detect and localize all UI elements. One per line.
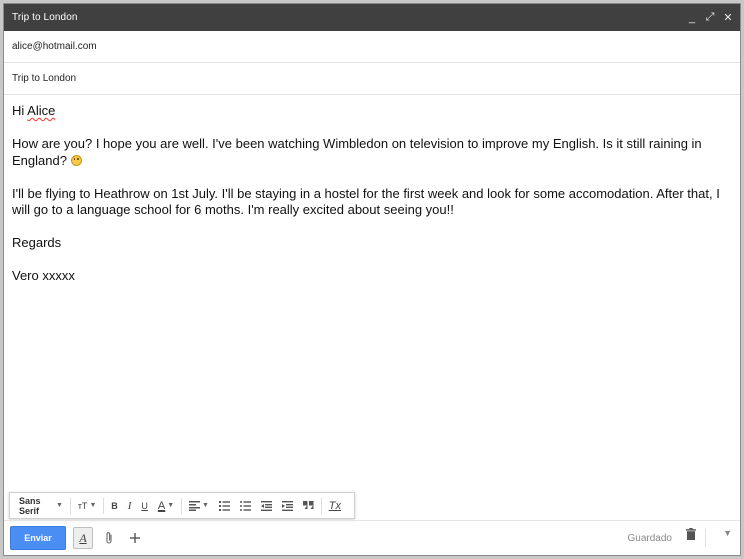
compose-bottom-bar: Enviar A Guardado ▼ — [4, 520, 740, 555]
paperclip-icon — [106, 532, 112, 544]
quote-button[interactable] — [300, 496, 317, 516]
text-color-icon: A — [157, 499, 166, 512]
remove-formatting-button[interactable]: Tx — [326, 496, 344, 516]
toolbar-divider — [69, 497, 71, 514]
bottom-divider — [705, 529, 706, 547]
font-size-button[interactable]: тT ▼ — [75, 496, 100, 516]
toolbar-divider — [103, 497, 105, 514]
text-format-icon: A — [79, 530, 87, 545]
discard-draft-button[interactable] — [686, 528, 696, 543]
formatting-options-button[interactable]: A — [73, 527, 93, 549]
attach-file-button[interactable] — [99, 527, 119, 549]
body-paragraph-3: Regards — [12, 235, 62, 250]
chevron-down-icon: ▼ — [723, 528, 732, 538]
toolbar-divider — [320, 497, 322, 514]
trash-icon — [686, 528, 696, 540]
compose-title: Trip to London — [12, 12, 78, 23]
save-status: Guardado — [627, 532, 672, 544]
numbered-list-button[interactable] — [216, 496, 233, 516]
chevron-down-icon: ▼ — [89, 502, 97, 509]
body-paragraph-2: I'll be flying to Heathrow on 1st July. … — [12, 185, 720, 218]
quote-icon — [302, 501, 314, 509]
numbered-list-icon — [218, 500, 230, 511]
greeting-line: Hi Alice — [12, 103, 732, 120]
indent-more-icon — [281, 500, 293, 511]
chevron-down-icon: ▼ — [167, 502, 175, 509]
more-options-button[interactable]: ▼ — [723, 528, 732, 538]
body-paragraph-4: Vero xxxxx — [12, 268, 75, 283]
indent-less-button[interactable] — [258, 496, 275, 516]
more-insert-button[interactable] — [125, 527, 145, 549]
subject-field[interactable]: Trip to London — [4, 63, 740, 95]
italic-button[interactable]: I — [125, 496, 135, 516]
greeting-name: Alice — [27, 103, 56, 118]
smiley-emoji-icon — [70, 154, 82, 166]
body-paragraph-1-text: How are you? I hope you are well. I've b… — [12, 136, 702, 168]
toolbar-divider — [181, 497, 182, 514]
chevron-down-icon: ▼ — [56, 502, 63, 509]
compose-titlebar[interactable]: Trip to London _ ⤢ ✕ — [4, 4, 740, 31]
bulleted-list-button[interactable] — [237, 496, 254, 516]
plus-icon — [130, 533, 140, 543]
minimize-icon[interactable]: _ — [686, 12, 698, 24]
subject-value: Trip to London — [12, 73, 77, 84]
send-button[interactable]: Enviar — [10, 526, 66, 550]
formatting-toolbar: Sans Serif ▼ тT ▼ B I U A ▼ ▼ Tx — [9, 492, 355, 519]
align-left-icon — [188, 500, 200, 511]
font-size-icon: тT — [77, 500, 88, 511]
text-color-button[interactable]: A ▼ — [155, 496, 177, 516]
chevron-down-icon: ▼ — [201, 502, 209, 509]
align-button[interactable]: ▼ — [186, 496, 212, 516]
body-paragraph-1: How are you? I hope you are well. I've b… — [12, 136, 732, 169]
bulleted-list-icon — [239, 500, 251, 511]
font-family-label: Sans Serif — [19, 495, 41, 516]
bold-button[interactable]: B — [108, 496, 121, 516]
indent-less-icon — [260, 500, 272, 511]
close-icon[interactable]: ✕ — [722, 12, 734, 24]
window-controls: _ ⤢ ✕ — [686, 11, 734, 24]
message-body[interactable]: Hi Alice How are you? I hope you are wel… — [4, 95, 740, 485]
font-family-select[interactable]: Sans Serif ▼ — [16, 496, 66, 516]
compose-window: Trip to London _ ⤢ ✕ alice@hotmail.com T… — [4, 4, 740, 555]
indent-more-button[interactable] — [279, 496, 296, 516]
to-field[interactable]: alice@hotmail.com — [4, 31, 740, 63]
expand-icon[interactable]: ⤢ — [704, 11, 716, 24]
to-recipient: alice@hotmail.com — [12, 41, 97, 52]
underline-button[interactable]: U — [138, 496, 151, 516]
greeting-prefix: Hi — [12, 103, 28, 118]
